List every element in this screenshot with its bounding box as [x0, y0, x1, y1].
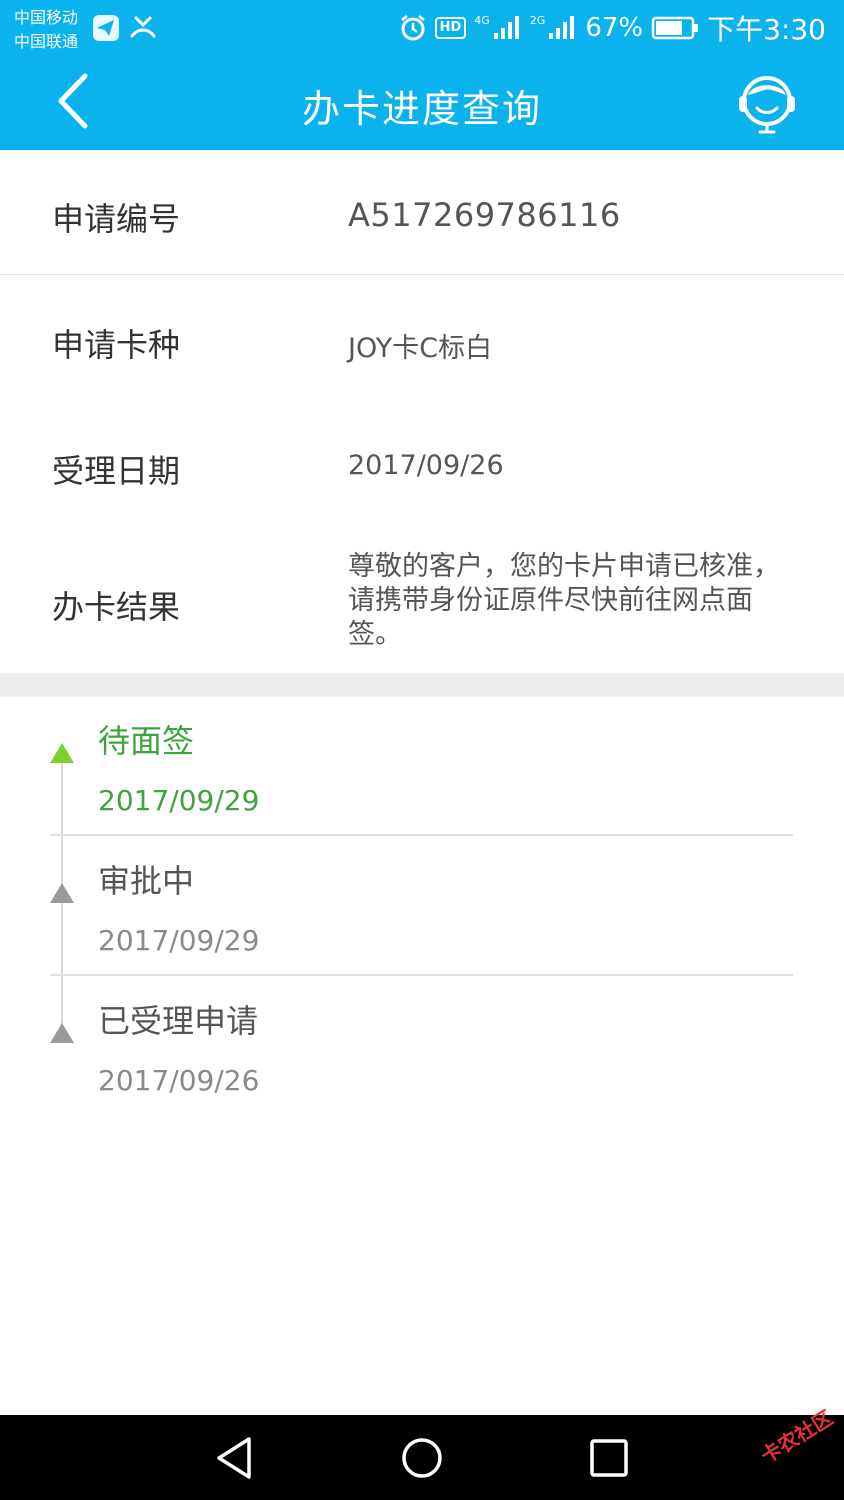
app-header: 中国移动 中国联通 HD 4G 2G 67% 下午3:30 办卡进度查询 [0, 0, 844, 150]
application-number-row: 申请编号 A517269786116 [0, 150, 844, 275]
missed-call-icon [130, 16, 156, 38]
result-value: 尊敬的客户，您的卡片申请已核准，请携带身份证原件尽快前往网点面签。 [348, 551, 780, 650]
accept-date-label: 受理日期 [52, 452, 181, 490]
nav-back-button[interactable] [209, 1433, 259, 1483]
system-nav-bar: 卡农社区 [0, 1405, 844, 1500]
plane-app-icon [93, 15, 119, 41]
nav-recents-button[interactable] [584, 1433, 634, 1483]
watermark-logo: 卡农社区 [756, 1405, 838, 1469]
timeline-divider [50, 834, 793, 836]
timeline-line [61, 762, 63, 834]
timeline-marker-icon [50, 743, 74, 763]
network-1-label: 4G [474, 13, 490, 27]
timeline-status: 待面签 [98, 722, 195, 760]
accept-date-value: 2017/09/26 [348, 450, 504, 481]
timeline-line [61, 836, 63, 886]
nav-back-icon [217, 1437, 251, 1479]
battery-percent: 67% [585, 13, 644, 43]
timeline-date: 2017/09/29 [98, 784, 260, 817]
signal-icon [493, 16, 519, 39]
notification-icons [92, 14, 158, 42]
timeline-line [61, 902, 63, 974]
result-label: 办卡结果 [52, 588, 181, 626]
card-type-value: JOY卡C标白 [348, 333, 493, 364]
nav-home-button[interactable] [397, 1433, 447, 1483]
carrier-2: 中国联通 [14, 32, 79, 51]
timeline-divider [50, 974, 793, 976]
signal-icon [549, 16, 575, 39]
timeline-marker-icon [50, 883, 74, 903]
nav-recents-icon [590, 1439, 628, 1477]
nav-home-icon [402, 1438, 442, 1478]
carrier-names: 中国移动 中国联通 [14, 6, 78, 54]
page-title: 办卡进度查询 [301, 87, 542, 131]
timeline-status: 已受理申请 [98, 1002, 259, 1040]
network-2-label: 2G [529, 13, 546, 27]
hd-icon: HD [434, 17, 467, 39]
timeline-line [61, 976, 63, 1026]
card-type-label: 申请卡种 [52, 326, 181, 364]
timeline-status: 审批中 [98, 862, 195, 900]
application-number-label: 申请编号 [52, 200, 181, 238]
clock: 下午3:30 [707, 13, 826, 46]
customer-service-button[interactable] [734, 70, 800, 136]
timeline-marker-icon [50, 1023, 74, 1043]
customer-service-icon [739, 76, 795, 134]
timeline-date: 2017/09/26 [98, 1064, 260, 1097]
application-number-value: A517269786116 [348, 196, 621, 234]
battery-icon [651, 16, 699, 40]
carrier-1: 中国移动 [14, 8, 79, 27]
status-bar-right: HD 4G 2G 67% 下午3:30 [399, 10, 826, 46]
alarm-icon [400, 15, 425, 41]
section-divider [0, 673, 844, 697]
timeline-date: 2017/09/29 [98, 924, 260, 957]
